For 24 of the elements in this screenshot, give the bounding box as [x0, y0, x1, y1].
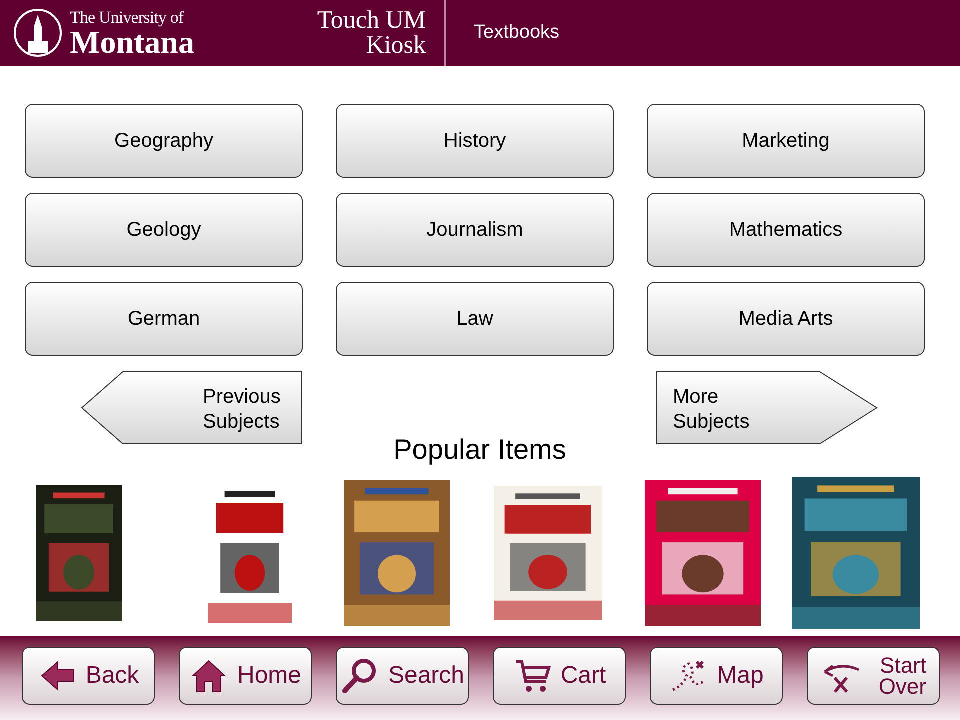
- subject-button[interactable]: German: [25, 282, 303, 356]
- previous-subjects-button[interactable]: Previous Subjects: [81, 371, 303, 445]
- subject-button[interactable]: Geology: [25, 193, 303, 267]
- subject-button[interactable]: Geography: [25, 104, 303, 178]
- search-button[interactable]: Search: [336, 647, 469, 705]
- cart-button[interactable]: Cart: [493, 647, 626, 705]
- start-over-button[interactable]: Start Over: [807, 647, 940, 705]
- back-button[interactable]: Back: [22, 647, 155, 705]
- subject-button[interactable]: Mathematics: [647, 193, 925, 267]
- section-heading: Popular Items: [394, 433, 566, 467]
- subject-button[interactable]: Media Arts: [647, 282, 925, 356]
- subject-button[interactable]: History: [336, 104, 614, 178]
- university-seal-icon: [12, 7, 64, 59]
- kiosk-title: Kiosk: [366, 33, 426, 58]
- kiosk-title: Touch UM: [317, 8, 426, 33]
- map-button[interactable]: Map: [650, 647, 783, 705]
- university-name: Montana: [70, 26, 196, 58]
- home-button[interactable]: Home: [179, 647, 312, 705]
- more-subjects-button[interactable]: More Subjects: [656, 371, 878, 445]
- subject-button[interactable]: Marketing: [647, 104, 925, 178]
- university-name: The University of: [70, 8, 185, 26]
- subject-button[interactable]: Journalism: [336, 193, 614, 267]
- subject-button[interactable]: Law: [336, 282, 614, 356]
- section-title: Textbooks: [474, 20, 560, 45]
